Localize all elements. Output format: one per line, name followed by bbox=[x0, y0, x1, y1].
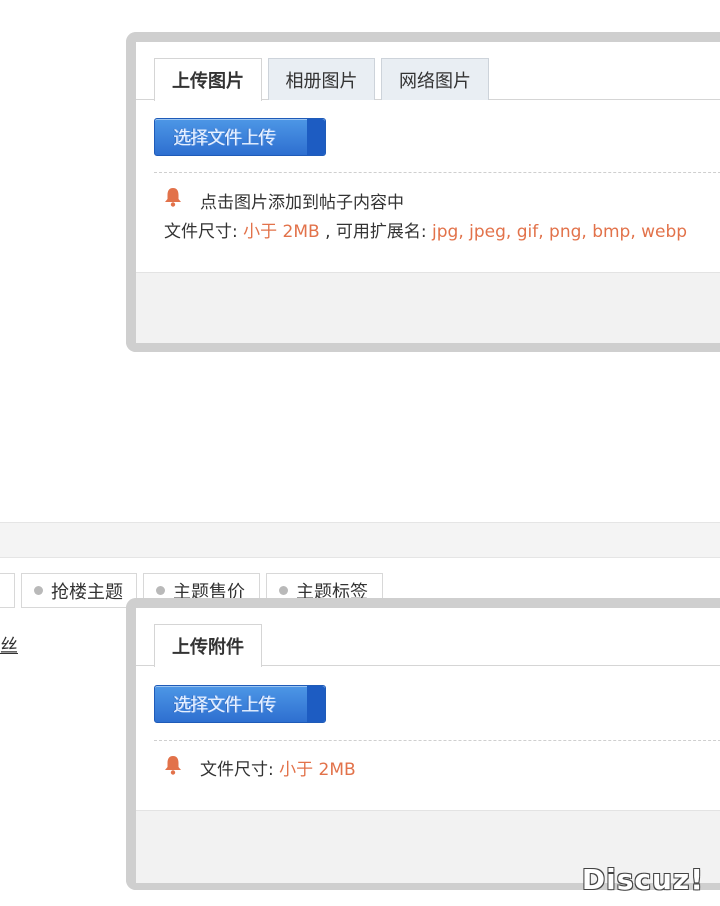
divider bbox=[154, 172, 720, 173]
image-dialog-tabs: 上传图片 相册图片 网络图片 bbox=[136, 42, 720, 101]
tab-label: 相册图片 bbox=[285, 70, 358, 92]
dot-icon bbox=[34, 586, 43, 595]
size-value: 小于 2MB bbox=[243, 222, 320, 242]
size-label: 文件尺寸: bbox=[164, 222, 244, 242]
dot-icon bbox=[279, 586, 288, 595]
attachment-upload-dialog: 上传附件 选择文件上传 文件尺寸: 小于 2MB bbox=[126, 598, 720, 890]
file-info: 文件尺寸: 小于 2MB bbox=[200, 755, 356, 780]
size-label: 文件尺寸: bbox=[200, 760, 280, 780]
editor-toolbar-band bbox=[0, 522, 720, 558]
upload-button-edge bbox=[307, 686, 325, 722]
divider bbox=[154, 740, 720, 741]
discuz-watermark: Discuz! bbox=[581, 863, 704, 896]
bell-icon bbox=[165, 188, 181, 207]
tab-web-image[interactable]: 网络图片 bbox=[381, 58, 489, 100]
upload-button-edge bbox=[307, 119, 325, 155]
dot-icon bbox=[156, 586, 165, 595]
tab-label: 网络图片 bbox=[399, 70, 471, 92]
bell-icon bbox=[165, 756, 181, 775]
tab-album-image[interactable]: 相册图片 bbox=[268, 58, 375, 100]
tab-label: 上传附件 bbox=[172, 637, 244, 658]
select-file-upload-button[interactable]: 选择文件上传 bbox=[154, 685, 326, 723]
tab-upload-image[interactable]: 上传图片 bbox=[154, 58, 262, 101]
tab-label: 抢楼主题 bbox=[51, 581, 123, 603]
tab-partial[interactable] bbox=[0, 573, 15, 608]
file-info: 文件尺寸: 小于 2MB , 可用扩展名: jpg, jpeg, gif, pn… bbox=[164, 217, 687, 242]
partial-link-text[interactable]: 丝 bbox=[0, 632, 18, 658]
upload-button-label: 选择文件上传 bbox=[173, 695, 276, 716]
dialog-footer bbox=[136, 272, 720, 343]
ext-value: jpg, jpeg, gif, png, bmp, webp bbox=[432, 222, 688, 242]
select-file-upload-button[interactable]: 选择文件上传 bbox=[154, 118, 326, 156]
tab-upload-attachment[interactable]: 上传附件 bbox=[154, 624, 262, 667]
ext-label: , 可用扩展名: bbox=[319, 222, 433, 242]
hint-text: 点击图片添加到帖子内容中 bbox=[200, 193, 404, 213]
image-upload-dialog: 上传图片 相册图片 网络图片 选择文件上传 点击图片添加到帖子内容中 文件尺寸:… bbox=[126, 32, 720, 352]
tab-rush-floor-topic[interactable]: 抢楼主题 bbox=[21, 573, 137, 608]
attach-dialog-tabs: 上传附件 bbox=[136, 608, 720, 667]
tab-label: 上传图片 bbox=[172, 71, 244, 92]
size-value: 小于 2MB bbox=[279, 760, 356, 780]
upload-button-label: 选择文件上传 bbox=[173, 128, 276, 149]
